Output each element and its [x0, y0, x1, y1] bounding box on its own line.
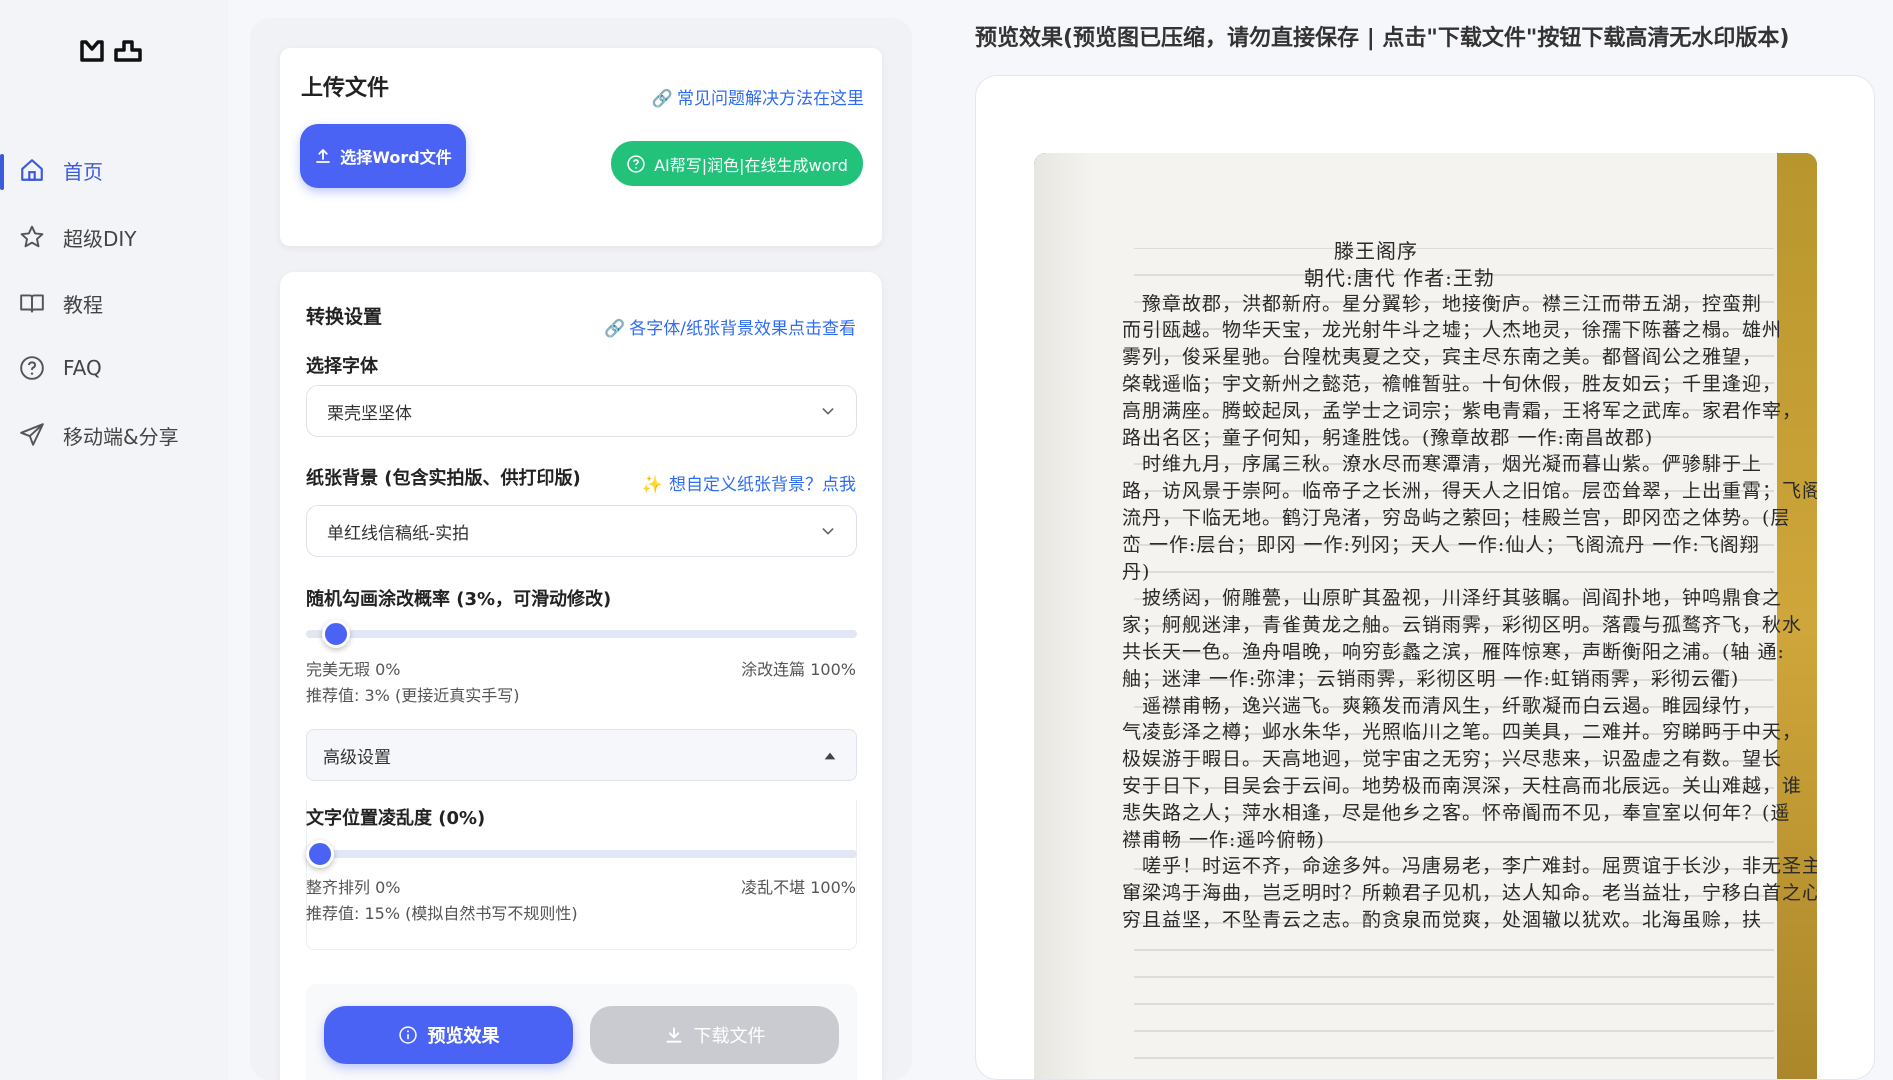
- upload-icon: [316, 149, 331, 163]
- handwriting-line: 峦 一作:层台；即冈 一作:列冈；天人 一作:仙人；飞阁流丹 一作:飞阁翔: [1122, 533, 1760, 556]
- handwriting-line: 悲失路之人；萍水相逢，尽是他乡之客。怀帝阍而不见，奉宣室以何年？(遥: [1122, 801, 1791, 824]
- ai-write-button[interactable]: AI帮写|润色|在线生成word: [611, 141, 863, 186]
- font-label: 选择字体: [306, 356, 378, 377]
- download-icon: [665, 1027, 682, 1043]
- scribble-slider-handle[interactable]: [321, 620, 350, 648]
- handwriting-line: 路出名区；童子何知，躬逢胜饯。(豫章故郡 一作:南昌故郡): [1122, 426, 1654, 449]
- ai-write-label: AI帮写|润色|在线生成word: [654, 155, 848, 175]
- link-icon: 🔗: [651, 89, 673, 109]
- custom-paper-link[interactable]: ✨ 想自定义纸张背景？点我: [642, 470, 856, 495]
- handwriting-line: 极娱游于暇日。天高地迥，觉宇宙之无穷；兴尽悲来，识盈虚之有数。望长: [1122, 748, 1783, 771]
- star-icon: [18, 223, 46, 251]
- handwriting-line: 豫章故郡，洪都新府。星分翼轸，地接衡庐。襟三江而带五湖，控蛮荆: [1142, 292, 1763, 315]
- scribble-label: 随机勾画涂改概率 (3%，可滑动修改): [306, 589, 612, 610]
- handwriting-line: 穷且益坚，不坠青云之志。酌贪泉而觉爽，处涸辙以犹欢。北海虽赊，扶: [1122, 909, 1763, 931]
- download-button[interactable]: 下载文件: [590, 1006, 839, 1064]
- choose-word-button[interactable]: 选择Word文件: [300, 124, 466, 188]
- preview-panel: 滕王阁序 朝代:唐代 作者:王勃 豫章故郡，洪都新府。星分翼轸，地接衡庐。襟三江而带…: [975, 75, 1875, 1080]
- settings-card: 转换设置 🔗 各字体/纸张背景效果点击查看 选择字体 栗壳坚坚体 纸张背景 (包含…: [280, 272, 882, 1080]
- download-button-label: 下载文件: [693, 1026, 766, 1047]
- handwriting-line: 雾列，俊采星驰。台隍枕夷夏之交，宾主尽东南之美。都督阎公之雅望，: [1122, 346, 1763, 369]
- home-icon: [18, 156, 46, 184]
- paper-select-value: 单红线信稿纸-实拍: [327, 523, 470, 544]
- sidebar: 首页 超级DIY 教程 FAQ 移动端&分享: [0, 0, 228, 1080]
- upload-title: 上传文件: [301, 76, 390, 101]
- sidebar-item-label: 首页: [63, 159, 103, 184]
- scribble-hint: 推荐值: 3% (更接近真实手写): [306, 686, 520, 705]
- handwriting-line: 而引瓯越。物华天宝，龙光射牛斗之墟；人杰地灵，徐孺下陈蕃之榻。雄州: [1122, 319, 1783, 342]
- disorder-min-label: 整齐排列 0%: [306, 878, 401, 897]
- preview-button-label: 预览效果: [427, 1026, 500, 1047]
- chevron-down-icon: [822, 528, 834, 535]
- settings-title: 转换设置: [306, 306, 383, 328]
- paper-label: 纸张背景 (包含实拍版、供打印版): [306, 468, 581, 489]
- handwriting-line: 家；舸舰迷津，青雀黄龙之舳。云销雨霁，彩彻区明。落霞与孤鹜齐飞，秋水: [1122, 614, 1803, 637]
- handwriting-line: 滕王阁序: [1334, 239, 1418, 263]
- chevron-down-icon: [822, 408, 834, 415]
- handwriting-line: 襟甫畅 一作:遥吟俯畅): [1122, 828, 1325, 851]
- book-icon: [18, 289, 46, 317]
- handwriting-line: 窜梁鸿于海曲，岂乏明时？所赖君子见机，达人知命。老当益壮，宁移白首之心？: [1122, 882, 1817, 905]
- scribble-slider[interactable]: [306, 630, 857, 638]
- choose-word-label: 选择Word文件: [340, 148, 452, 167]
- disorder-slider-handle[interactable]: [306, 840, 334, 868]
- handwriting-line: 披绣闼，俯雕甍，山原旷其盈视，川泽纡其骇瞩。闾阎扑地，钟鸣鼎食之: [1142, 587, 1783, 610]
- advanced-settings-label: 高级设置: [323, 747, 391, 768]
- notebook-left-page: [1034, 153, 1094, 1079]
- handwriting-line: 嗟乎！时运不齐，命途多舛。冯唐易老，李广难封。屈贾谊于长沙，非无圣主；: [1142, 855, 1817, 878]
- handwriting-line: 流丹，下临无地。鹤汀凫渚，穷岛屿之萦回；桂殿兰宫，即冈峦之体势。(层: [1122, 507, 1791, 529]
- sidebar-item-label: FAQ: [63, 356, 102, 380]
- disorder-slider[interactable]: [306, 850, 857, 858]
- paper-select[interactable]: 单红线信稿纸-实拍: [306, 505, 857, 557]
- advanced-settings-toggle[interactable]: 高级设置: [306, 729, 857, 781]
- sidebar-item-label: 超级DIY: [63, 226, 137, 251]
- handwriting-line: 舳；迷津 一作:弥津；云销雨霁，彩彻区明 一作:虹销雨霁，彩彻云衢): [1122, 667, 1740, 690]
- sidebar-item-diy[interactable]: 超级DIY: [0, 217, 228, 257]
- handwriting-line: 共长天一色。渔舟唱晚，响穷彭蠡之滨，雁阵惊寒，声断衡阳之浦。(轴 通:: [1122, 641, 1785, 663]
- caret-up-icon: [824, 752, 836, 760]
- sidebar-item-label: 教程: [63, 292, 103, 317]
- preview-button[interactable]: 预览效果: [324, 1006, 573, 1064]
- handwriting-preview-image: 滕王阁序 朝代:唐代 作者:王勃 豫章故郡，洪都新府。星分翼轸，地接衡庐。襟三江而带…: [1034, 153, 1817, 1079]
- disorder-max-label: 凌乱不堪 100%: [741, 878, 856, 897]
- link-icon: 🔗: [604, 319, 626, 339]
- logo-icon[interactable]: [78, 36, 148, 68]
- handwriting-line: 安于日下，目吴会于云间。地势极而南溟深，天柱高而北辰远。关山难越，谁: [1122, 775, 1803, 797]
- scribble-min-label: 完美无瑕 0%: [306, 660, 401, 679]
- upload-card: 上传文件 🔗 常见问题解决方法在这里 选择Word文件 AI帮写|润色|在线生成w…: [280, 48, 882, 246]
- custom-paper-label: 想自定义纸张背景？点我: [669, 475, 856, 495]
- sidebar-item-tutorial[interactable]: 教程: [0, 283, 228, 323]
- sidebar-item-mobile-share[interactable]: 移动端&分享: [0, 415, 228, 455]
- disorder-label: 文字位置凌乱度 (0%): [306, 808, 486, 829]
- effects-link-label: 各字体/纸张背景效果点击查看: [629, 319, 856, 339]
- handwriting-line: 朝代:唐代 作者:王勃: [1304, 265, 1495, 290]
- info-icon: [398, 1026, 417, 1044]
- effects-link[interactable]: 🔗 各字体/纸张背景效果点击查看: [604, 314, 856, 339]
- scribble-max-label: 涂改连篇 100%: [741, 660, 856, 679]
- sidebar-item-faq[interactable]: FAQ: [0, 348, 228, 388]
- sidebar-item-home[interactable]: 首页: [0, 150, 228, 190]
- handwriting-line: 丹): [1122, 560, 1151, 583]
- sparkle-icon: ✨: [641, 475, 663, 495]
- disorder-hint: 推荐值: 15% (模拟自然书写不规则性): [306, 904, 578, 923]
- sidebar-item-label: 移动端&分享: [63, 424, 179, 449]
- preview-title: 预览效果(预览图已压缩，请勿直接保存 | 点击"下载文件"按钮下载高清无水印版本…: [975, 26, 1790, 51]
- font-select-value: 栗壳坚坚体: [327, 403, 412, 424]
- handwriting-line: 遥襟甫畅，逸兴遄飞。爽籁发而清风生，纤歌凝而白云遏。睢园绿竹，: [1142, 694, 1763, 717]
- handwriting-line: 棨戟遥临；宇文新州之懿范，襜帷暂驻。十旬休假，胜友如云；千里逢迎，: [1122, 373, 1783, 395]
- handwriting-line: 气凌彭泽之樽；邺水朱华，光照临川之笔。四美具，二难并。穷睇眄于中天，: [1122, 721, 1803, 744]
- question-icon: [18, 354, 46, 382]
- handwriting-line: 高朋满座。腾蛟起凤，孟学士之词宗；紫电青霜，王将军之武库。家君作宰，: [1122, 399, 1803, 422]
- faq-link[interactable]: 🔗 常见问题解决方法在这里: [652, 84, 864, 109]
- faq-link-label: 常见问题解决方法在这里: [677, 89, 864, 109]
- handwriting-line: 时维九月，序属三秋。潦水尽而寒潭清，烟光凝而暮山紫。俨骖騑于上: [1142, 453, 1763, 476]
- help-circle-icon: [627, 154, 645, 173]
- send-icon: [18, 421, 46, 449]
- font-select[interactable]: 栗壳坚坚体: [306, 385, 857, 437]
- handwriting-line: 路，访风景于崇阿。临帝子之长洲，得天人之旧馆。层峦耸翠，上出重霄；飞阁: [1122, 480, 1817, 503]
